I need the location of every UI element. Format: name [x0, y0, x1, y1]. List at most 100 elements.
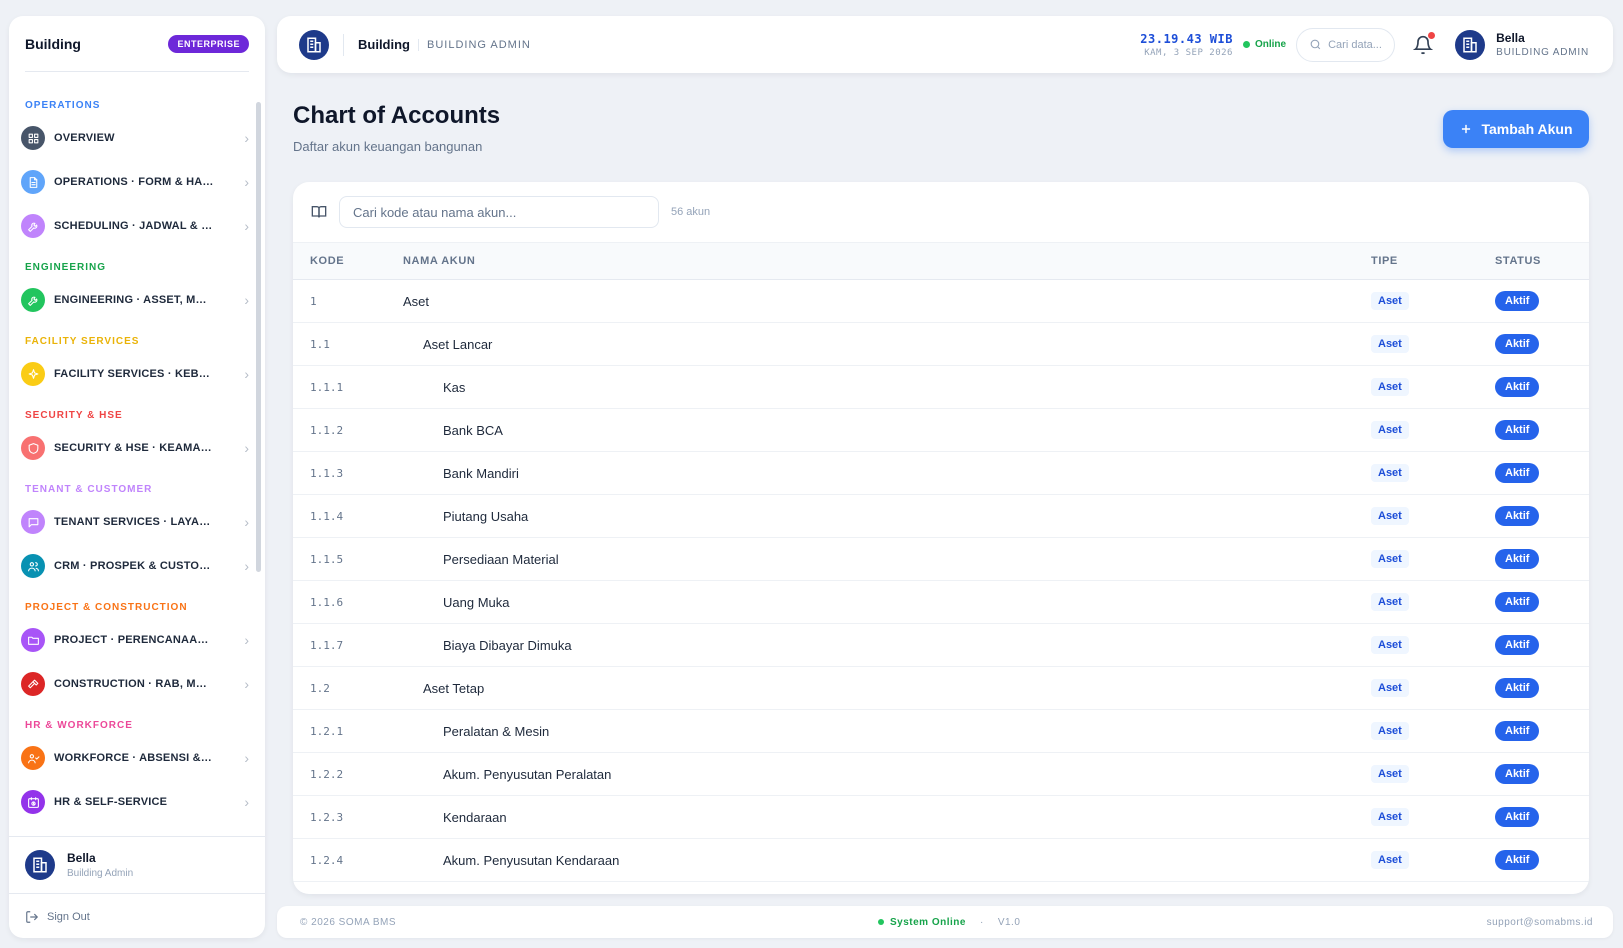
table-row[interactable]: 1.1.3 Bank Mandiri Aset Aktif — [293, 452, 1589, 495]
sidebar-user[interactable]: Bella Building Admin — [9, 836, 265, 894]
user-role: BUILDING ADMIN — [1496, 47, 1589, 58]
accounts-table: KODE NAMA AKUN TIPE STATUS 1 Aset Aset A… — [293, 242, 1589, 882]
account-name: Biaya Dibayar Dimuka — [443, 637, 572, 653]
table-row[interactable]: 1.2.1 Peralatan & Mesin Aset Aktif — [293, 710, 1589, 753]
accounts-card: 56 akun KODE NAMA AKUN TIPE STATUS 1 Ase… — [293, 182, 1589, 894]
column-status[interactable]: STATUS — [1495, 243, 1589, 280]
type-badge: Aset — [1371, 550, 1409, 568]
logout-icon — [26, 911, 39, 923]
copyright: © 2026 SOMA BMS — [300, 916, 397, 928]
account-code: 1.2.1 — [310, 724, 344, 738]
account-code: 1.2.2 — [310, 767, 344, 781]
table-row[interactable]: 1.1.7 Biaya Dibayar Dimuka Aset Aktif — [293, 624, 1589, 667]
table-header-row: KODE NAMA AKUN TIPE STATUS — [293, 242, 1589, 280]
sidebar-item-project-perencanaan-proyek[interactable]: PROJECT · PERENCANAAN PROYEK › — [9, 618, 261, 662]
status-badge[interactable]: Aktif — [1495, 377, 1540, 397]
nav-section-label: ENGINEERING — [25, 262, 107, 273]
nav-section-label: TENANT & CUSTOMER — [25, 484, 153, 495]
sidebar-scrollbar[interactable] — [256, 102, 261, 572]
table-row[interactable]: 1.1.6 Uang Muka Aset Aktif — [293, 581, 1589, 624]
account-code: 1.1.2 — [310, 423, 344, 437]
sidebar-item-facility-services-kebersihan[interactable]: FACILITY SERVICES · KEBERSIHAN › — [9, 352, 261, 396]
column-code[interactable]: KODE — [293, 243, 403, 280]
table-row[interactable]: 1.2 Aset Tetap Aset Aktif — [293, 667, 1589, 710]
status-dot — [878, 919, 884, 925]
type-badge: Aset — [1371, 722, 1409, 740]
table-row[interactable]: 1.1.2 Bank BCA Aset Aktif — [293, 409, 1589, 452]
status-badge[interactable]: Aktif — [1495, 463, 1540, 483]
sidebar-item-label: ENGINEERING · ASSET, MAINTENANCE — [54, 294, 214, 306]
chevron-right-icon: › — [244, 558, 249, 574]
account-code: 1.1.4 — [310, 509, 344, 523]
table-row[interactable]: 1.2.4 Akum. Penyusutan Kendaraan Aset Ak… — [293, 839, 1589, 882]
status-badge[interactable]: Aktif — [1495, 291, 1540, 311]
status-badge[interactable]: Aktif — [1495, 592, 1540, 612]
sidebar: Building ENTERPRISE OPERATIONS OVERVIEW … — [9, 16, 265, 938]
table-row[interactable]: 1.2.2 Akum. Penyusutan Peralatan Aset Ak… — [293, 753, 1589, 796]
status-badge[interactable]: Aktif — [1495, 334, 1540, 354]
nav-section-label: SECURITY & HSE — [25, 410, 123, 421]
account-search-input[interactable] — [339, 196, 659, 228]
plan-badge: ENTERPRISE — [168, 34, 249, 53]
sidebar-item-tenant-services-layanan[interactable]: TENANT SERVICES · LAYANAN TENANT › — [9, 500, 261, 544]
table-row[interactable]: 1.1.4 Piutang Usaha Aset Aktif — [293, 495, 1589, 538]
sidebar-item-construction-rab-material[interactable]: CONSTRUCTION · RAB, MATERIAL › — [9, 662, 261, 706]
sidebar-item-operations-form-hasil[interactable]: OPERATIONS · FORM & HASIL CEKLIST › — [9, 160, 261, 204]
sidebar-item-label: CONSTRUCTION · RAB, MATERIAL — [54, 678, 214, 690]
account-code: 1.2 — [310, 681, 330, 695]
status-badge[interactable]: Aktif — [1495, 549, 1540, 569]
table-row[interactable]: 1.1 Aset Lancar Aset Aktif — [293, 323, 1589, 366]
status-badge[interactable]: Aktif — [1495, 635, 1540, 655]
status-badge[interactable]: Aktif — [1495, 850, 1540, 870]
sidebar-item-security-hse-keamanan[interactable]: SECURITY & HSE · KEAMANAN › — [9, 426, 261, 470]
sign-out-button[interactable]: Sign Out — [25, 910, 90, 924]
support-email[interactable]: support@somabms.id — [1487, 917, 1593, 928]
table-row[interactable]: 1.1.1 Kas Aset Aktif — [293, 366, 1589, 409]
notifications-button[interactable] — [1412, 31, 1436, 55]
account-code: 1.1.7 — [310, 638, 344, 652]
document-icon — [21, 170, 45, 194]
status-badge[interactable]: Aktif — [1495, 678, 1540, 698]
account-name: Bank Mandiri — [443, 465, 519, 481]
sidebar-item-label: SCHEDULING · JADWAL & PENUGASAN — [54, 220, 214, 232]
sidebar-nav[interactable]: OPERATIONS OVERVIEW › OPERATIONS · FORM … — [9, 86, 265, 850]
status-badge[interactable]: Aktif — [1495, 420, 1540, 440]
app-logo[interactable] — [299, 29, 329, 60]
column-name[interactable]: NAMA AKUN — [403, 243, 1371, 280]
type-badge: Aset — [1371, 851, 1409, 869]
sidebar-item-label: TENANT SERVICES · LAYANAN TENANT — [54, 516, 214, 528]
online-label: Online — [1254, 39, 1287, 50]
clock-time: 23.19.43 WIB — [1140, 31, 1233, 46]
chevron-right-icon: › — [244, 130, 249, 146]
clock-date: KAM, 3 SEP 2026 — [1144, 47, 1233, 58]
global-search[interactable]: Cari data... — [1296, 27, 1396, 62]
type-badge: Aset — [1371, 765, 1409, 783]
sidebar-item-workforce-absensi-shift[interactable]: WORKFORCE · ABSENSI & SHIFT › — [9, 736, 261, 780]
table-row[interactable]: 1.1.5 Persediaan Material Aset Aktif — [293, 538, 1589, 581]
add-account-button[interactable]: Tambah Akun — [1443, 110, 1589, 148]
sidebar-item-crm-prospek-customer[interactable]: CRM · PROSPEK & CUSTOMER › — [9, 544, 261, 588]
topbar: Building BUILDING ADMIN 23.19.43 WIB KAM… — [277, 16, 1613, 73]
column-type[interactable]: TIPE — [1371, 243, 1495, 280]
status-badge[interactable]: Aktif — [1495, 764, 1540, 784]
users-icon — [21, 554, 45, 578]
status-badge[interactable]: Aktif — [1495, 721, 1540, 741]
table-row[interactable]: 1.2.3 Kendaraan Aset Aktif — [293, 796, 1589, 839]
sidebar-item-hr-self-service[interactable]: HR & SELF-SERVICE › — [9, 780, 261, 824]
divider — [343, 33, 344, 56]
nav-section-label: OPERATIONS — [25, 100, 101, 111]
chevron-right-icon: › — [244, 750, 249, 766]
sidebar-item-label: OVERVIEW — [54, 132, 115, 144]
status-badge[interactable]: Aktif — [1495, 506, 1540, 526]
add-account-label: Tambah Akun — [1481, 121, 1573, 137]
sidebar-item-engineering-asset-maintenance[interactable]: ENGINEERING · ASSET, MAINTENANCE › — [9, 278, 261, 322]
status-badge[interactable]: Aktif — [1495, 807, 1540, 827]
table-row[interactable]: 1 Aset Aset Aktif — [293, 280, 1589, 323]
role-label: BUILDING ADMIN — [418, 38, 531, 51]
sidebar-user-role: Building Admin — [67, 868, 134, 879]
sidebar-item-scheduling-jadwal-penugasan[interactable]: SCHEDULING · JADWAL & PENUGASAN › — [9, 204, 261, 248]
sidebar-item-label: HR & SELF-SERVICE — [54, 796, 168, 808]
sidebar-item-overview[interactable]: OVERVIEW › — [9, 116, 261, 160]
user-menu[interactable]: Bella BUILDING ADMIN — [1455, 29, 1589, 60]
account-code: 1.2.3 — [310, 810, 344, 824]
